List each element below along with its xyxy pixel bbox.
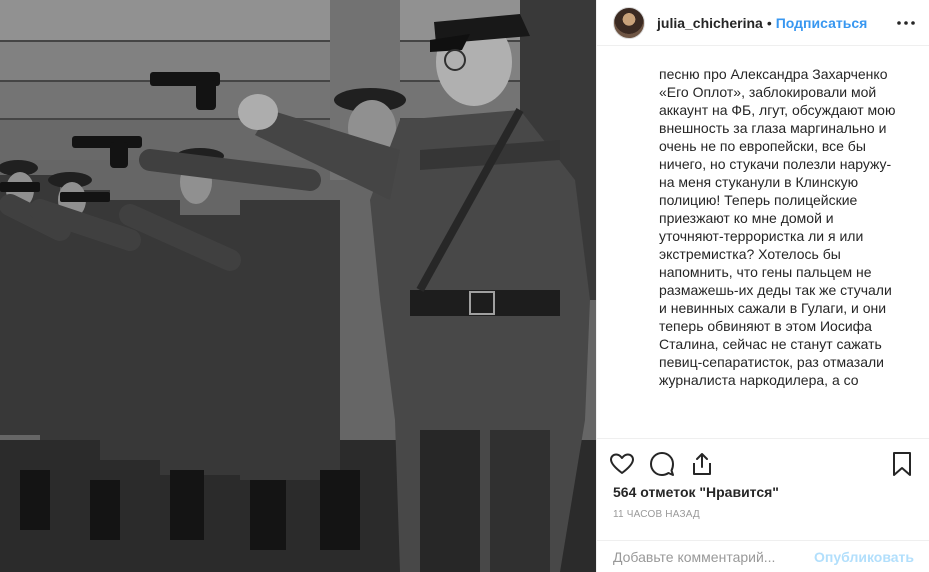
post-timestamp[interactable]: 11 часов назад	[613, 509, 700, 520]
publish-button[interactable]: Опубликовать	[814, 549, 914, 565]
post-actions-section: 564 отметок "Нравится" 11 часов назад	[597, 438, 929, 528]
post-photo[interactable]	[0, 0, 596, 572]
caption-text-block: julia_chicherina Травля за песню. Идет п…	[659, 66, 899, 389]
bookmark-icon[interactable]	[889, 451, 915, 477]
comment-input[interactable]	[613, 548, 815, 565]
add-comment-bar: Опубликовать	[597, 540, 929, 572]
instagram-post: julia_chicherina • Подписаться julia_chi…	[0, 0, 929, 572]
header-separator: •	[766, 14, 772, 31]
post-header: julia_chicherina • Подписаться	[597, 0, 929, 46]
share-icon[interactable]	[689, 451, 715, 477]
author-username[interactable]: julia_chicherina	[657, 15, 763, 31]
photo-illustration	[0, 0, 596, 572]
comments-list[interactable]: julia_chicherina Травля за песню. Идет п…	[597, 66, 929, 438]
likes-count[interactable]: 564 отметок "Нравится"	[613, 484, 779, 500]
comment-bubble-icon[interactable]	[649, 451, 675, 477]
post-side-panel: julia_chicherina • Подписаться julia_chi…	[596, 0, 929, 572]
more-dots-icon[interactable]	[896, 13, 916, 33]
follow-button[interactable]: Подписаться	[776, 15, 868, 31]
author-avatar[interactable]	[613, 6, 645, 39]
action-bar	[610, 449, 915, 479]
caption-text: Травля за песню. Идет постоянная травля …	[659, 66, 896, 388]
caption-comment: julia_chicherina Травля за песню. Идет п…	[613, 66, 914, 389]
heart-icon[interactable]	[609, 451, 635, 477]
